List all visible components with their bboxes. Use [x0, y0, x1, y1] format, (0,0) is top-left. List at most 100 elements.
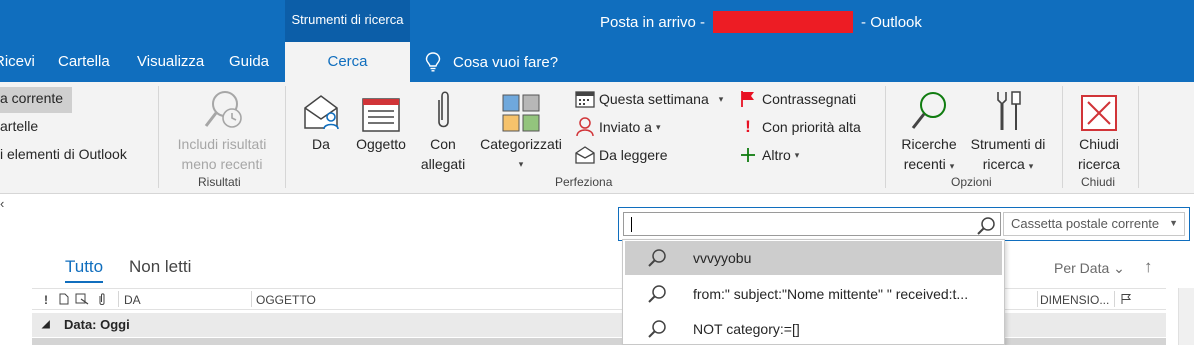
search-icon[interactable] [976, 217, 996, 240]
date-group-label: Data: Oggi [64, 317, 130, 332]
include-older-results-button[interactable]: Includi risultati meno recenti [166, 88, 278, 174]
column-separator [118, 291, 119, 307]
filter-attachments-button[interactable]: Con allegati [414, 88, 472, 174]
text-cursor [631, 217, 632, 232]
tab-ricevi[interactable]: Ricevi [0, 42, 35, 82]
group-label-risultati: Risultati [198, 175, 241, 189]
close-search-label-1: Chiudi [1079, 136, 1119, 152]
filter-categorized-button[interactable]: Categorizzati ▾ [474, 88, 568, 174]
search-scope-select[interactable]: Cassetta postale corrente ▼ [1003, 212, 1185, 236]
filter-tab-unread[interactable]: Non letti [129, 257, 191, 277]
chevron-down-icon: ▾ [518, 159, 524, 169]
group-label-chiudi: Chiudi [1081, 175, 1116, 189]
sort-by-dropdown[interactable]: Per Data ⌄ [1054, 260, 1125, 277]
icon-column-icon[interactable] [59, 293, 69, 308]
attachment-column-icon[interactable] [98, 293, 106, 309]
chevron-down-icon: ▾ [655, 121, 661, 132]
redacted-account-name [713, 11, 854, 33]
column-separator [1114, 291, 1115, 307]
column-size[interactable]: DIMENSIO... [1040, 293, 1109, 307]
column-from[interactable]: DA [124, 293, 141, 307]
person-icon [573, 117, 597, 137]
tab-cartella[interactable]: Cartella [58, 42, 110, 82]
categories-icon [474, 88, 568, 132]
scope-all-outlook-items[interactable]: i elementi di Outlook [0, 146, 127, 162]
search-icon [647, 285, 667, 306]
sort-by-label: Per Data [1054, 260, 1110, 276]
chevron-down-icon: ▼ [1169, 218, 1178, 228]
filter-subject-button[interactable]: Oggetto [350, 88, 412, 154]
sort-direction-arrow-icon[interactable]: ↑ [1144, 257, 1153, 277]
recent-searches-button[interactable]: Ricerche recenti ▾ [894, 88, 964, 176]
column-subject[interactable]: OGGETTO [256, 293, 316, 307]
suggestion-text: vvvyyobu [693, 250, 752, 266]
exclamation-icon: ! [745, 117, 751, 136]
context-tab-group-label: Strumenti di ricerca [285, 0, 410, 42]
recent-searches-label-2-text: recenti [903, 156, 946, 172]
tell-me-box[interactable]: Cosa vuoi fare? [425, 42, 558, 82]
search-input[interactable] [623, 212, 1001, 236]
flag-status-column-icon[interactable] [1120, 293, 1132, 308]
filter-attachments-label-1: Con [430, 136, 456, 152]
suggestion-item[interactable]: NOT category:=[] [623, 312, 1004, 345]
calendar-icon [573, 90, 597, 108]
group-label-opzioni: Opzioni [951, 175, 992, 189]
chevron-down-icon: ▾ [1028, 161, 1034, 171]
search-tools-label-2-text: ricerca [982, 156, 1025, 172]
instant-search-bar: Cassetta postale corrente ▼ [618, 207, 1190, 241]
search-icon [647, 320, 667, 341]
title-bar: Strumenti di ricerca Posta in arrivo - -… [0, 0, 1194, 42]
chevron-down-icon: ⌄ [1113, 260, 1125, 276]
filter-this-week-button[interactable]: Questa settimana ▾ [573, 87, 723, 111]
ribbon: a corrente artelle i elementi di Outlook… [0, 82, 1194, 194]
filter-from-button[interactable]: Da [298, 88, 344, 154]
scope-subfolders[interactable]: artelle [0, 118, 38, 134]
recent-searches-label-2: recenti ▾ [894, 154, 964, 176]
plus-icon [736, 147, 760, 163]
filter-this-week-label: Questa settimana [599, 91, 709, 107]
suggestion-text: NOT category:=[] [693, 321, 800, 337]
subject-icon [350, 88, 412, 132]
close-icon [1070, 88, 1128, 132]
include-older-label-2: meno recenti [181, 156, 263, 172]
window-title-folder: Posta in arrivo - [600, 13, 706, 31]
filter-more-button[interactable]: Altro ▾ [736, 143, 799, 167]
scope-current-folder[interactable]: a corrente [0, 90, 63, 106]
filter-flagged-button[interactable]: Contrassegnati [736, 87, 856, 111]
filter-sent-to-label: Inviato a [599, 119, 652, 135]
ribbon-separator [1138, 86, 1139, 188]
search-tools-button[interactable]: Strumenti di ricerca ▾ [962, 88, 1054, 176]
group-label-perfeziona: Perfeziona [555, 175, 613, 189]
filter-unread-button[interactable]: Da leggere [573, 143, 668, 167]
filter-high-priority-label: Con priorità alta [762, 119, 861, 135]
ribbon-tab-row: Ricevi Cartella Visualizza Guida Cerca C… [0, 42, 1194, 82]
tab-guida[interactable]: Guida [229, 42, 269, 82]
suggestion-item[interactable]: from:" subject:"Nome mittente" " receive… [623, 277, 1004, 311]
filter-tab-all[interactable]: Tutto [65, 257, 104, 283]
flag-icon [736, 90, 760, 108]
filter-subject-label: Oggetto [356, 136, 406, 152]
close-search-label-2: ricerca [1077, 156, 1120, 172]
tools-icon [962, 88, 1054, 132]
search-scope-value: Cassetta postale corrente [1011, 216, 1160, 231]
ribbon-separator [1062, 86, 1063, 188]
reminder-column-icon[interactable] [75, 293, 89, 308]
filter-sent-to-button[interactable]: Inviato a ▾ [573, 115, 660, 139]
close-search-button[interactable]: Chiudi ricerca [1070, 88, 1128, 174]
chevron-down-icon: ▾ [794, 149, 800, 160]
filter-unread-label: Da leggere [599, 147, 668, 163]
tab-cerca[interactable]: Cerca [285, 42, 410, 82]
ribbon-separator [285, 86, 286, 188]
ribbon-separator [885, 86, 886, 188]
open-envelope-icon [573, 146, 597, 164]
ribbon-separator [158, 86, 159, 188]
magnifier-icon [894, 88, 964, 132]
suggestion-item[interactable]: vvvyyobu [625, 241, 1002, 275]
collapse-pane-arrow-icon[interactable]: ‹ [0, 196, 4, 211]
tab-visualizza[interactable]: Visualizza [137, 42, 204, 82]
filter-high-priority-button[interactable]: ! Con priorità alta [736, 115, 861, 139]
collapse-triangle-icon[interactable]: ◢ [42, 319, 50, 330]
search-tools-label-2: ricerca ▾ [962, 154, 1054, 176]
tell-me-label: Cosa vuoi fare? [453, 53, 559, 71]
importance-column-icon[interactable]: ! [44, 293, 48, 307]
